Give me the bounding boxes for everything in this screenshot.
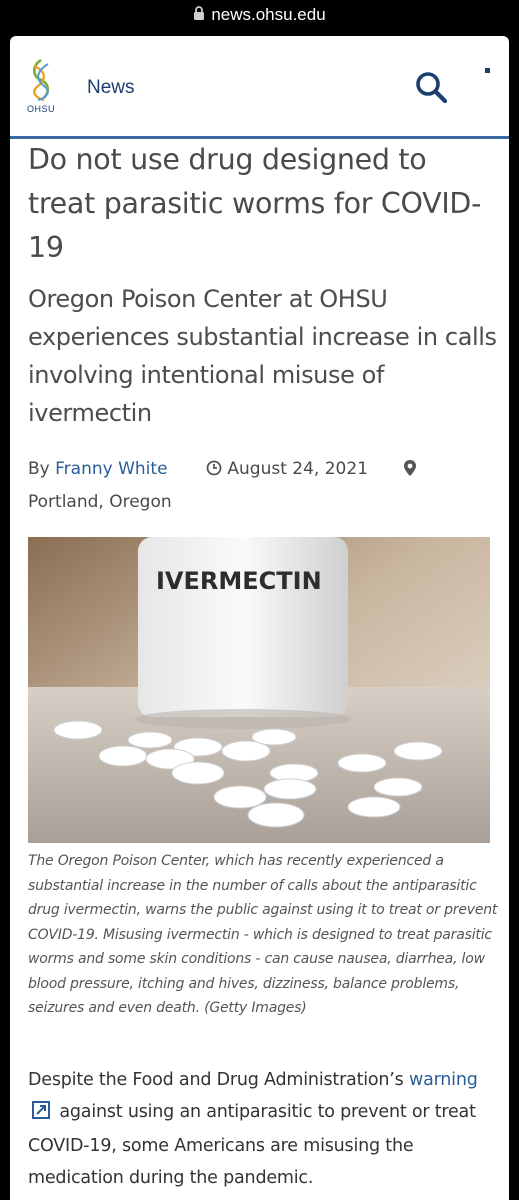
body-text-start: Despite the Food and Drug Administration…	[28, 1070, 409, 1090]
search-button[interactable]	[413, 69, 451, 107]
photo-caption: The Oregon Poison Center, which has rece…	[28, 853, 498, 1016]
byline: By Franny White	[28, 459, 168, 479]
article-photo[interactable]: IVERMECTIN	[28, 537, 490, 843]
clock-icon	[206, 459, 227, 479]
by-label: By	[28, 459, 50, 479]
menu-icon[interactable]	[485, 68, 490, 73]
article-body-paragraph: Despite the Food and Drug Administration…	[28, 1064, 500, 1194]
lock-icon	[193, 5, 205, 25]
article-headline: Do not use drug designed to treat parasi…	[28, 143, 482, 264]
news-nav-link[interactable]: News	[87, 77, 135, 99]
external-link-icon[interactable]	[32, 1098, 50, 1130]
map-pin-icon	[403, 459, 417, 482]
body-text-end: against using an antiparasitic to preven…	[28, 1102, 476, 1188]
article-subhead: Oregon Poison Center at OHSU experiences…	[28, 285, 497, 427]
author-link[interactable]: Franny White	[55, 459, 167, 479]
bottle-label: IVERMECTIN	[156, 567, 322, 595]
article-date: August 24, 2021	[206, 459, 368, 479]
article-location: Portland, Oregon	[28, 492, 172, 512]
web-page: OHSU News Do not use drug designed to tr…	[10, 36, 509, 1200]
warning-link[interactable]: warning	[409, 1070, 478, 1090]
url-text: news.ohsu.edu	[211, 5, 326, 24]
site-header: OHSU News	[10, 36, 509, 139]
search-icon	[413, 72, 451, 111]
browser-address-bar[interactable]: news.ohsu.edu	[0, 0, 519, 30]
logo-text: OHSU	[27, 104, 56, 114]
date-text: August 24, 2021	[227, 459, 369, 479]
